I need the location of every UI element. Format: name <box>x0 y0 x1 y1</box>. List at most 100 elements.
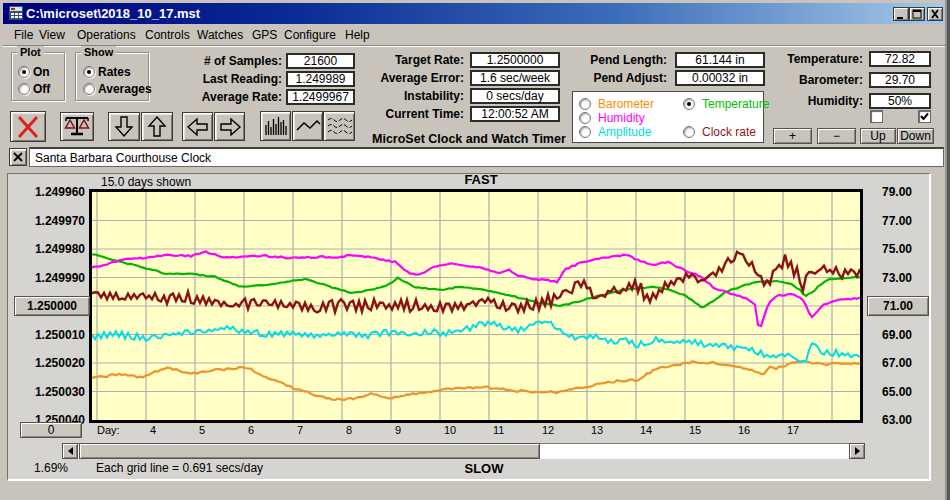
last-reading-label: Last Reading: <box>82 72 282 86</box>
session-name-value: Santa Barbara Courthouse Clock <box>35 151 211 165</box>
app-caption: MicroSet Clock and Watch Timer <box>372 132 566 146</box>
barometer-label: Barometer: <box>663 73 863 87</box>
instability-value: 0 secs/day <box>486 89 543 103</box>
trace-label-clock-rate: Clock rate <box>702 125 756 139</box>
pend-adjust-label: Pend Adjust: <box>467 71 667 85</box>
days-shown-label: 15.0 days shown <box>101 175 191 189</box>
menu-bar: File View Operations Controls Watches GPS Conf… <box>3 24 945 46</box>
menu-file[interactable]: File <box>14 28 33 42</box>
zero-button[interactable]: 0 <box>20 422 82 438</box>
left-axis-label-0: 1.249960 <box>10 185 85 199</box>
maximize-button[interactable] <box>909 7 925 21</box>
red-x-icon <box>13 114 43 140</box>
right-axis-label-6: 67.00 <box>867 356 927 370</box>
day-tick-9: 9 <box>395 424 401 436</box>
menu-watches[interactable]: Watches <box>197 28 243 42</box>
balance-button[interactable] <box>60 112 94 141</box>
right-axis-label-3: 73.00 <box>867 271 927 285</box>
right-triangle-icon <box>855 447 860 455</box>
right-axis-center-button[interactable]: 71.00 <box>867 296 929 316</box>
temperature-field[interactable]: 72.82 <box>869 51 931 67</box>
horizontal-scrollbar[interactable] <box>62 443 865 459</box>
histogram-icon <box>263 114 289 138</box>
delete-button[interactable] <box>10 111 46 142</box>
menu-help[interactable]: Help <box>345 28 370 42</box>
left-axis-label-5: 1.250010 <box>10 328 85 342</box>
average-error-label: Average Error: <box>264 71 464 85</box>
left-axis-label-6: 1.250020 <box>10 356 85 370</box>
clear-session-button[interactable] <box>9 148 27 166</box>
shift-up-button[interactable] <box>141 112 173 141</box>
small-x-icon <box>12 151 24 163</box>
menu-view[interactable]: View <box>39 28 65 42</box>
shift-down-button[interactable] <box>108 112 140 141</box>
menu-gps[interactable]: GPS <box>252 28 277 42</box>
up-button[interactable]: Up <box>860 128 896 144</box>
temperature-value: 72.82 <box>885 52 915 66</box>
trace-amplitude <box>92 321 860 361</box>
pend-length-label: Pend Length: <box>467 53 667 67</box>
close-button[interactable] <box>927 7 943 21</box>
day-tick-7: 7 <box>297 424 303 436</box>
day-tick-10: 10 <box>444 424 456 436</box>
barometer-field[interactable]: 29.70 <box>869 72 931 88</box>
day-tick-6: 6 <box>248 424 254 436</box>
day-tick-8: 8 <box>346 424 352 436</box>
trace-radio-humidity[interactable] <box>579 112 591 124</box>
minimize-button[interactable] <box>893 7 909 21</box>
scroll-left-button[interactable] <box>62 443 78 459</box>
right-axis-label-5: 69.00 <box>867 328 927 342</box>
instability-field[interactable]: 0 secs/day <box>470 88 560 104</box>
menu-operations[interactable]: Operations <box>77 28 136 42</box>
zero-button-label: 0 <box>48 423 55 437</box>
checkbox-1[interactable] <box>870 110 883 123</box>
day-tick-17: 17 <box>787 424 799 436</box>
menu-configure[interactable]: Configure <box>284 28 336 42</box>
shift-left-button[interactable] <box>182 112 213 141</box>
instability-label: Instability: <box>264 89 464 103</box>
wavy-lines-icon <box>326 115 352 137</box>
trace-barometer <box>92 361 860 400</box>
scrollbar-thumb[interactable] <box>79 443 540 459</box>
trace-radio-barometer[interactable] <box>579 98 591 110</box>
radio-label-on: On <box>33 65 50 79</box>
trace-legend-box: BarometerHumidityAmplitudeTemperatureClo… <box>572 91 764 143</box>
line-view-button[interactable] <box>292 111 323 141</box>
session-name-field[interactable]: Santa Barbara Courthouse Clock <box>29 147 944 167</box>
plus-button[interactable]: + <box>773 128 812 144</box>
histogram-view-button[interactable] <box>260 111 291 141</box>
trace-radio-amplitude[interactable] <box>579 126 591 138</box>
day-tick-13: 13 <box>591 424 603 436</box>
trace-radio-temperature[interactable] <box>683 98 695 110</box>
balance-scale-icon <box>63 114 91 139</box>
minus-button[interactable]: − <box>817 128 856 144</box>
humidity-field[interactable]: 50% <box>869 93 931 109</box>
down-button[interactable]: Down <box>897 128 934 144</box>
chart-traces <box>92 192 860 420</box>
day-tick-11: 11 <box>493 424 504 436</box>
menu-controls[interactable]: Controls <box>145 28 190 42</box>
radio-off[interactable] <box>18 83 30 95</box>
scroll-right-button[interactable] <box>849 443 865 459</box>
trace-label-amplitude: Amplitude <box>598 125 651 139</box>
radio-dot <box>687 102 691 106</box>
trace-radio-clock-rate[interactable] <box>683 126 695 138</box>
left-axis-label-2: 1.249980 <box>10 242 85 256</box>
right-axis-label-7: 65.00 <box>867 385 927 399</box>
app-icon <box>9 6 23 20</box>
day-tick-16: 16 <box>738 424 750 436</box>
smooth-view-button[interactable] <box>323 111 355 141</box>
radio-on[interactable] <box>18 66 30 78</box>
left-axis-center-button[interactable]: 1.250000 <box>14 296 90 316</box>
title-bar: C:\microset\2018_10_17.mst <box>3 3 945 24</box>
check-icon <box>919 111 930 122</box>
checkbox-2[interactable] <box>918 110 931 123</box>
fast-label: FAST <box>431 172 531 187</box>
current-time-field[interactable]: 12:00:52 AM <box>470 106 560 122</box>
shift-right-button[interactable] <box>214 112 245 141</box>
day-tick-14: 14 <box>640 424 652 436</box>
right-axis-label-2: 75.00 <box>867 242 927 256</box>
trace-label-humidity: Humidity <box>598 111 645 125</box>
right-axis-label-8: 63.00 <box>867 413 927 427</box>
left-triangle-icon <box>68 447 73 455</box>
